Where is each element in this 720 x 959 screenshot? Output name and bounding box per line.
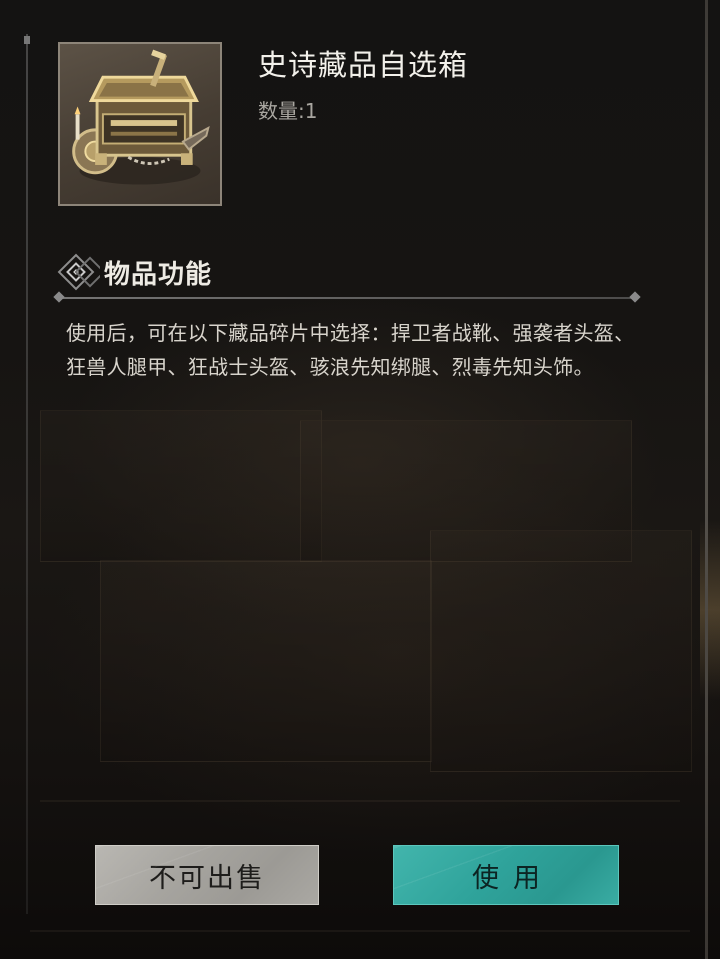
- background-plank: [40, 800, 680, 802]
- diamond-emblem-icon: [56, 252, 106, 292]
- background-crate: [100, 560, 432, 762]
- panel-right-border: [705, 0, 708, 959]
- section-title: 物品功能: [104, 259, 213, 290]
- section-divider: [58, 297, 638, 299]
- divider-end-ornament: [629, 291, 641, 303]
- item-icon-frame: [58, 42, 222, 206]
- item-name: 史诗藏品自选箱: [258, 48, 469, 82]
- item-quantity: 数量:1: [258, 99, 318, 123]
- item-description: 使用后，可在以下藏品碎片中选择：捍卫者战靴、强袭者头盔、狂兽人腿甲、狂战士头盔、…: [66, 321, 635, 379]
- background-plank: [30, 930, 690, 932]
- panel-border-cap: [24, 36, 30, 44]
- background-crate: [430, 530, 692, 772]
- panel-left-border: [26, 34, 28, 914]
- divider-end-ornament: [53, 291, 65, 303]
- item-detail-screen: 史诗藏品自选箱 数量:1 物品功能 使用后，可在以下藏品碎片中选择：捍卫者战靴、…: [0, 0, 720, 959]
- use-button[interactable]: 使用: [393, 845, 619, 905]
- cannot-sell-button[interactable]: 不可出售: [95, 845, 319, 905]
- cannot-sell-label: 不可出售: [149, 862, 265, 894]
- section-header: 物品功能: [56, 252, 212, 292]
- background-crate: [40, 410, 322, 562]
- background-glint: [700, 520, 720, 700]
- use-label: 使用: [472, 862, 554, 894]
- treasure-chest-icon: [72, 49, 210, 185]
